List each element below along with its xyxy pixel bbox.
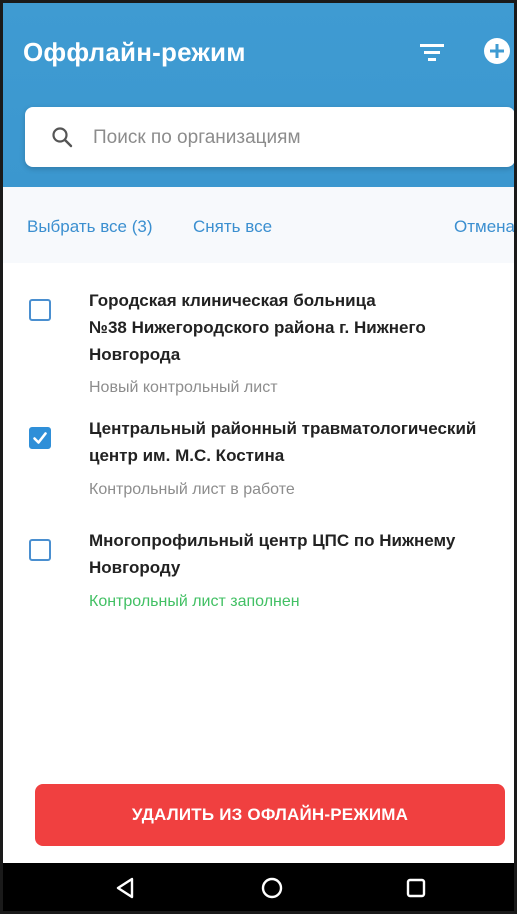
add-button[interactable] (479, 33, 514, 69)
nav-back-button[interactable] (112, 875, 138, 901)
cancel-link[interactable]: Отмена (454, 217, 514, 237)
android-nav-bar (3, 863, 514, 911)
item-title-line: №38 Нижегородского района г. Нижнего (89, 318, 426, 337)
item-title: Центральный районный травматологический … (89, 415, 499, 469)
item-title-line: центр им. М.С. Костина (89, 446, 285, 465)
deselect-all-link[interactable]: Снять все (193, 217, 272, 237)
item-title: Многопрофильный центр ЦПС по Нижнему Нов… (89, 527, 499, 581)
checkmark-icon (33, 432, 47, 444)
selection-actions-bar: Выбрать все (3) Снять все Отмена (3, 187, 514, 263)
home-icon (261, 877, 283, 899)
nav-recents-button[interactable] (403, 875, 429, 901)
search-input[interactable] (91, 107, 505, 169)
app-header: Оффлайн-режим (3, 3, 514, 187)
item-title-line: Новгорода (89, 345, 181, 364)
item-checkbox[interactable] (29, 427, 51, 449)
item-title-line: Новгороду (89, 558, 181, 577)
item-checkbox[interactable] (29, 539, 51, 561)
item-title-line: Городская клиническая больница (89, 291, 376, 310)
item-status: Контрольный лист заполнен (89, 593, 300, 610)
app-screen: Оффлайн-режим Выбрать все (3) С (0, 0, 517, 914)
item-checkbox[interactable] (29, 299, 51, 321)
nav-home-button[interactable] (259, 875, 285, 901)
search-icon (52, 127, 73, 148)
item-title-line: Центральный районный травматологический (89, 419, 477, 438)
filter-button[interactable] (415, 37, 449, 67)
filter-icon (420, 44, 444, 61)
recents-icon (406, 878, 426, 898)
back-icon (116, 877, 134, 899)
item-title: Городская клиническая больница №38 Нижег… (89, 287, 499, 368)
search-box (25, 107, 514, 169)
item-status: Новый контрольный лист (89, 379, 278, 396)
delete-from-offline-button[interactable]: УДАЛИТЬ ИЗ ОФЛАЙН-РЕЖИМА (35, 784, 505, 846)
add-circle-icon (484, 38, 510, 64)
item-status: Контрольный лист в работе (89, 481, 295, 498)
item-title-line: Многопрофильный центр ЦПС по Нижнему (89, 531, 456, 550)
page-title: Оффлайн-режим (23, 37, 246, 67)
select-all-link[interactable]: Выбрать все (3) (27, 217, 153, 237)
